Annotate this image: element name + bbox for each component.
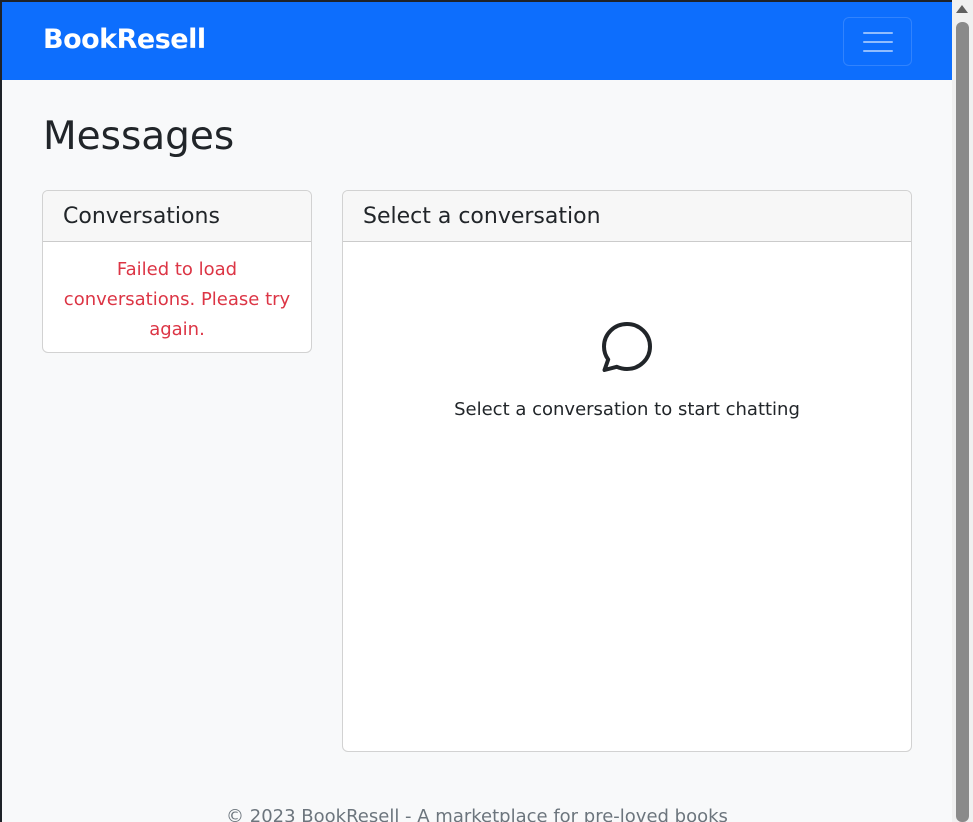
browser-viewport: BookResell Messages Conversations Failed… <box>2 2 952 822</box>
brand-logo-link[interactable]: BookResell <box>43 24 206 55</box>
footer-text: © 2023 BookResell - A marketplace for pr… <box>226 806 728 822</box>
vertical-scrollbar[interactable] <box>952 0 973 822</box>
navbar-toggler-button[interactable] <box>843 17 912 66</box>
conversations-error-message: Failed to load conversations. Please try… <box>63 259 291 340</box>
chat-card: Select a conversation Select a conversat… <box>342 190 912 752</box>
chat-empty-text: Select a conversation to start chatting <box>454 399 800 420</box>
page-title: Messages <box>43 114 235 159</box>
chat-header: Select a conversation <box>343 191 911 242</box>
scroll-thumb[interactable] <box>956 22 969 822</box>
scroll-up-arrow-icon[interactable] <box>956 5 968 13</box>
conversations-header: Conversations <box>43 191 311 242</box>
chat-empty-state: Select a conversation to start chatting <box>343 321 911 420</box>
top-navbar: BookResell <box>2 2 952 80</box>
conversations-card: Conversations Failed to load conversatio… <box>42 190 312 353</box>
chat-bubble-icon <box>601 321 653 373</box>
